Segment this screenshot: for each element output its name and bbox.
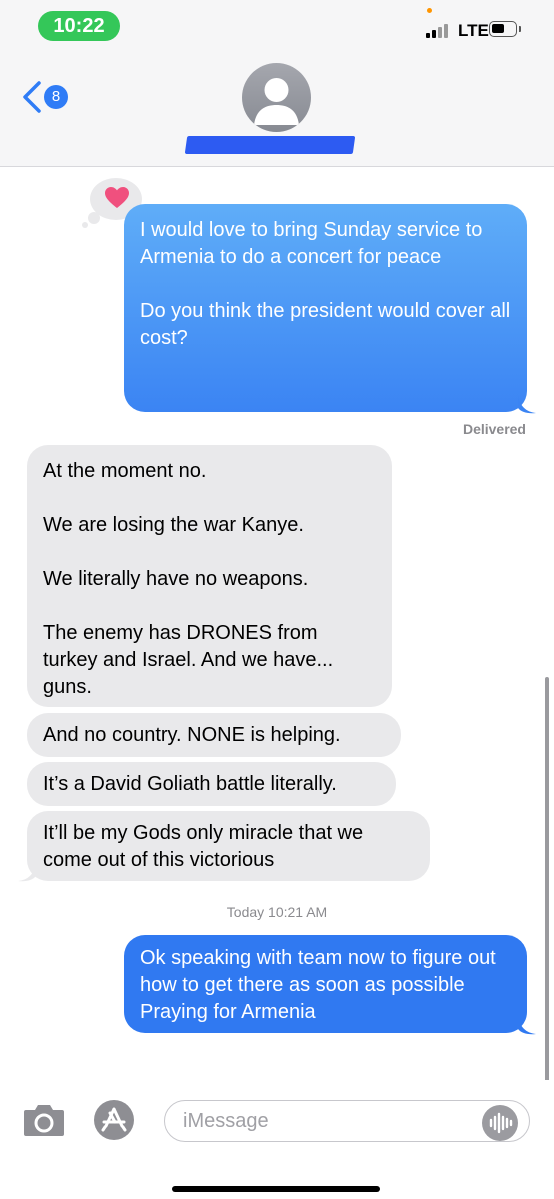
signal-icon (426, 22, 452, 38)
contact-avatar[interactable] (242, 63, 311, 132)
heart-icon (105, 187, 129, 208)
battery-tip (519, 26, 521, 32)
battery-icon (489, 21, 517, 37)
person-icon (254, 78, 299, 125)
tapback-tail-dot-small (82, 222, 88, 228)
scrollbar[interactable] (545, 677, 549, 1087)
unread-count-badge[interactable]: 8 (44, 85, 68, 109)
privacy-indicator-icon (427, 8, 432, 13)
chevron-left-icon[interactable] (20, 80, 44, 114)
received-message-bubble[interactable]: At the moment no. We are losing the war … (27, 445, 392, 707)
redacted-contact-name[interactable] (184, 136, 356, 154)
waveform-icon[interactable] (482, 1105, 518, 1141)
waveform-glyph (489, 1112, 513, 1134)
home-indicator[interactable] (172, 1186, 380, 1192)
tapback-tail-dot (88, 212, 100, 224)
app-store-glyph (101, 1107, 127, 1132)
received-message-bubble[interactable]: And no country. NONE is helping. (27, 713, 401, 757)
sent-message-bubble[interactable]: Ok speaking with team now to figure out … (124, 935, 527, 1033)
sent-message-bubble[interactable]: I would love to bring Sunday service to … (124, 204, 527, 412)
delivery-status: Delivered (462, 421, 526, 437)
received-message-bubble[interactable]: It’ll be my Gods only miracle that we co… (27, 811, 430, 881)
message-timestamp: Today 10:21 AM (226, 904, 328, 920)
app-store-icon[interactable] (94, 1100, 134, 1140)
message-composer: iMessage (0, 1080, 554, 1199)
bubble-tail (518, 1017, 536, 1035)
bubble-tail (18, 864, 36, 882)
received-message-bubble[interactable]: It’s a David Goliath battle literally. (27, 762, 396, 806)
camera-icon[interactable] (22, 1102, 66, 1138)
imessage-input[interactable]: iMessage (164, 1100, 530, 1142)
network-label: LTE (458, 21, 489, 40)
conversation-header: 10:22 LTE 8 (0, 0, 554, 167)
status-time[interactable]: 10:22 (38, 11, 120, 41)
bubble-tail (518, 396, 536, 414)
